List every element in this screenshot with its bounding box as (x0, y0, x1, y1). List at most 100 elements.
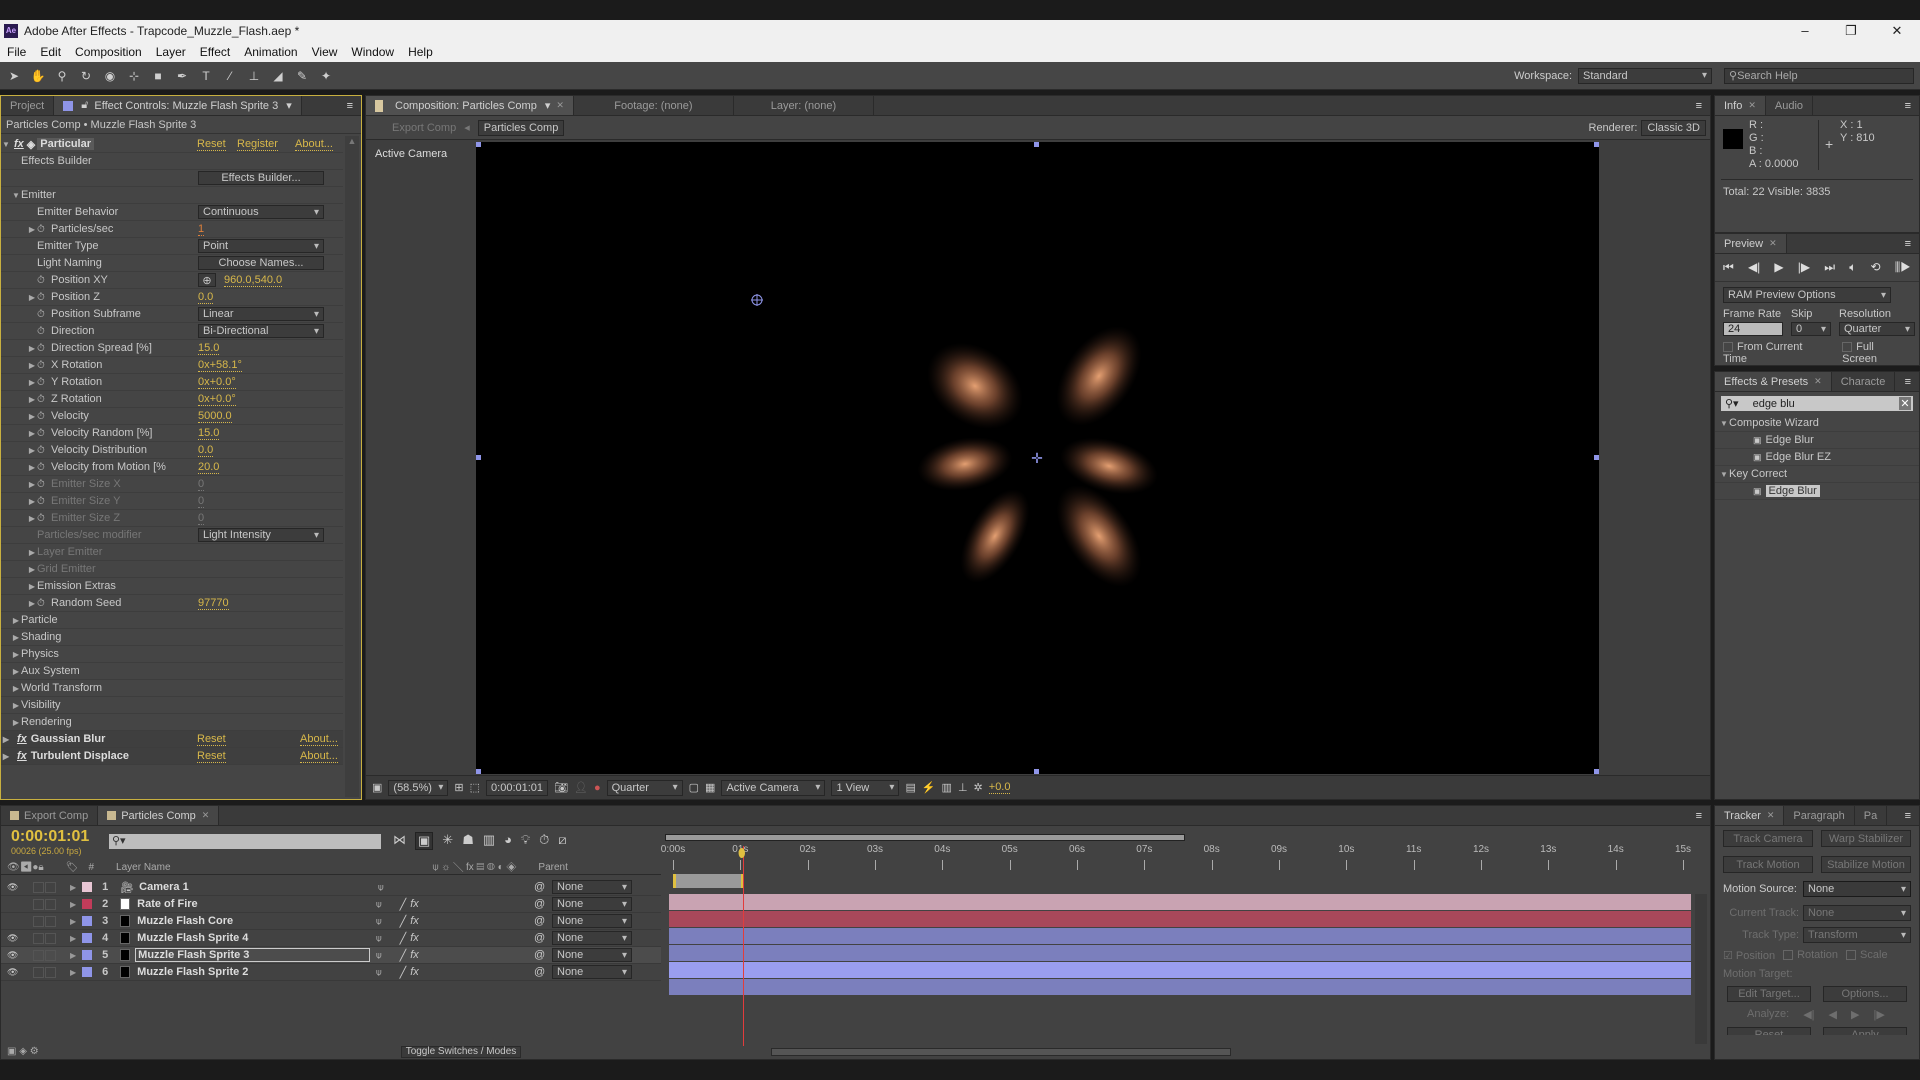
fast-previews-icon[interactable]: ⚡ (922, 781, 936, 794)
expand-icon[interactable]: ▶ (11, 650, 21, 659)
stopwatch-icon[interactable]: ⏱ (37, 275, 51, 286)
toggle-switches-modes-button[interactable]: Toggle Switches / Modes (401, 1046, 521, 1058)
property-value[interactable]: 15.0 (198, 427, 220, 440)
shy-switch-icon[interactable]: ⍦ (378, 882, 383, 893)
timeline-horizontal-scrollbar[interactable] (771, 1048, 1231, 1056)
layer-duration-bar[interactable] (669, 894, 1691, 910)
always-preview-icon[interactable]: ▣ (372, 781, 382, 794)
tab-project[interactable]: Project (1, 96, 55, 115)
graph-editor-icon[interactable]: ⧄ (558, 832, 566, 850)
maximize-button[interactable]: ❐ (1828, 23, 1874, 39)
tab-dropdown-icon[interactable]: ▾ (286, 99, 292, 112)
auto-keyframe-icon[interactable]: ⏱ (539, 832, 549, 850)
expand-icon[interactable]: ▶ (27, 480, 37, 489)
solo-toggle[interactable] (33, 881, 44, 893)
mute-audio-icon[interactable]: 🔈︎ (1849, 260, 1856, 275)
menu-window[interactable]: Window (344, 45, 401, 59)
parent-dropdown[interactable]: None (552, 948, 632, 962)
tab-export-comp[interactable]: Export Comp (1, 806, 99, 825)
about-link[interactable]: About... (295, 138, 333, 151)
close-button[interactable]: ✕ (1874, 23, 1920, 39)
rectangle-tool-icon[interactable]: ■ (148, 66, 168, 86)
mask-visibility-icon[interactable]: ⬚ (470, 781, 480, 794)
fx-icon[interactable]: fx (17, 750, 27, 762)
lock-toggle[interactable] (45, 932, 56, 944)
camera-tool-icon[interactable]: ◉ (100, 66, 120, 86)
shy-switch-icon[interactable]: ⍦ (376, 933, 381, 944)
clear-search-icon[interactable]: ✕ (1899, 397, 1911, 410)
property-dropdown[interactable]: Continuous (198, 205, 324, 219)
expand-icon[interactable]: ▶ (27, 514, 37, 523)
pen-tool-icon[interactable]: ✒ (172, 66, 192, 86)
lock-toggle[interactable] (45, 881, 56, 893)
brush-tool-icon[interactable]: ⁄ (220, 66, 240, 86)
property-dropdown[interactable]: Bi-Directional (198, 324, 324, 338)
parent-dropdown[interactable]: None (552, 880, 632, 894)
property-dropdown[interactable]: Light Intensity (198, 528, 324, 542)
tab-paint[interactable]: Pa (1855, 806, 1888, 825)
stopwatch-icon[interactable]: ⏱ (37, 462, 51, 473)
effect-switch-icon[interactable]: fx (410, 898, 419, 910)
preset-item[interactable]: ▣ Edge Blur (1715, 483, 1919, 500)
menu-view[interactable]: View (305, 45, 345, 59)
parent-dropdown[interactable]: None (552, 914, 632, 928)
apply-button[interactable]: Apply (1823, 1027, 1907, 1035)
stopwatch-icon[interactable]: ⏱ (37, 598, 51, 609)
shy-switch-icon[interactable]: ⍦ (376, 967, 381, 978)
menu-edit[interactable]: Edit (33, 45, 68, 59)
timeline-bottom-icons[interactable]: ▣ ◈ ⚙ (7, 1046, 39, 1057)
quality-switch-icon[interactable]: ╱ (400, 898, 407, 911)
pixel-aspect-icon[interactable]: ▤ (905, 781, 915, 794)
layer-row[interactable]: ▶ 2 Rate of Fire ⍦ ╱ fx @ None (1, 896, 661, 913)
panel-menu-icon[interactable]: ≡ (1897, 372, 1919, 391)
property-value[interactable]: 20.0 (198, 461, 220, 474)
label-color[interactable] (82, 882, 93, 892)
brainstorm-icon[interactable]: 💡︎ (521, 832, 530, 850)
hand-tool-icon[interactable]: ✋ (28, 66, 48, 86)
effect-switch-icon[interactable]: fx (410, 966, 419, 978)
search-help-input[interactable]: ⚲ Search Help (1724, 67, 1914, 84)
scroll-up-icon[interactable]: ▲ (345, 136, 359, 146)
expand-icon[interactable]: ▶ (70, 968, 76, 977)
flowchart-icon[interactable]: ⊥ (958, 781, 968, 794)
comp-mini-flowchart-icon[interactable]: ⋈ (393, 832, 406, 850)
stopwatch-icon[interactable]: ⏱ (37, 326, 51, 337)
timecode-display[interactable]: 0:00:01:01 00026 (25.00 fps) (11, 828, 89, 856)
solo-toggle[interactable] (33, 949, 44, 961)
pick-whip-icon[interactable]: @ (534, 966, 545, 978)
layer-duration-bar[interactable] (669, 945, 1691, 961)
shy-switch-icon[interactable]: ⍦ (376, 916, 381, 927)
collapse-icon[interactable]: ▼ (1, 140, 11, 149)
expand-icon[interactable]: ▶ (70, 951, 76, 960)
fx-icon[interactable]: fx (14, 138, 24, 150)
stabilize-motion-button[interactable]: Stabilize Motion (1821, 856, 1911, 873)
quality-switch-icon[interactable]: ╱ (400, 915, 407, 928)
lock-toggle[interactable] (45, 949, 56, 961)
panel-menu-icon[interactable]: ≡ (1897, 806, 1919, 825)
expand-icon[interactable]: ▶ (27, 463, 37, 472)
property-value[interactable]: 5000.0 (198, 410, 232, 423)
shy-layers-icon[interactable]: ☗ (462, 832, 474, 850)
resolution-dropdown[interactable]: Quarter (606, 779, 683, 796)
timeline-vertical-scrollbar[interactable] (1695, 894, 1707, 1044)
live-update-icon[interactable]: ▣ (415, 832, 434, 850)
effect-controls-scrollbar[interactable]: ▲ (345, 136, 359, 797)
pan-behind-tool-icon[interactable]: ⊹ (124, 66, 144, 86)
expand-icon[interactable]: ▶ (27, 429, 37, 438)
transparency-grid-icon[interactable]: ▦ (705, 781, 715, 794)
snapshot-icon[interactable]: 📷︎ (554, 781, 568, 794)
about-link[interactable]: About... (300, 733, 338, 746)
full-screen-checkbox[interactable]: Full Screen (1842, 341, 1911, 365)
workspace-dropdown[interactable]: Standard (1578, 67, 1712, 84)
ram-preview-options-dropdown[interactable]: RAM Preview Options (1723, 287, 1891, 303)
label-color[interactable] (82, 967, 93, 977)
magnification-dropdown[interactable]: (58.5%) (388, 779, 449, 796)
preset-category[interactable]: ▼ Composite Wizard (1715, 415, 1919, 432)
tab-audio[interactable]: Audio (1766, 96, 1814, 115)
reset-link[interactable]: Reset (197, 750, 226, 763)
expand-icon[interactable]: ▶ (27, 378, 37, 387)
property-value[interactable]: 0x+0.0° (198, 376, 236, 389)
minimize-button[interactable]: – (1782, 23, 1828, 39)
property-value[interactable]: 0 (198, 478, 205, 491)
position-checkbox[interactable]: ☑ Position (1723, 949, 1775, 962)
